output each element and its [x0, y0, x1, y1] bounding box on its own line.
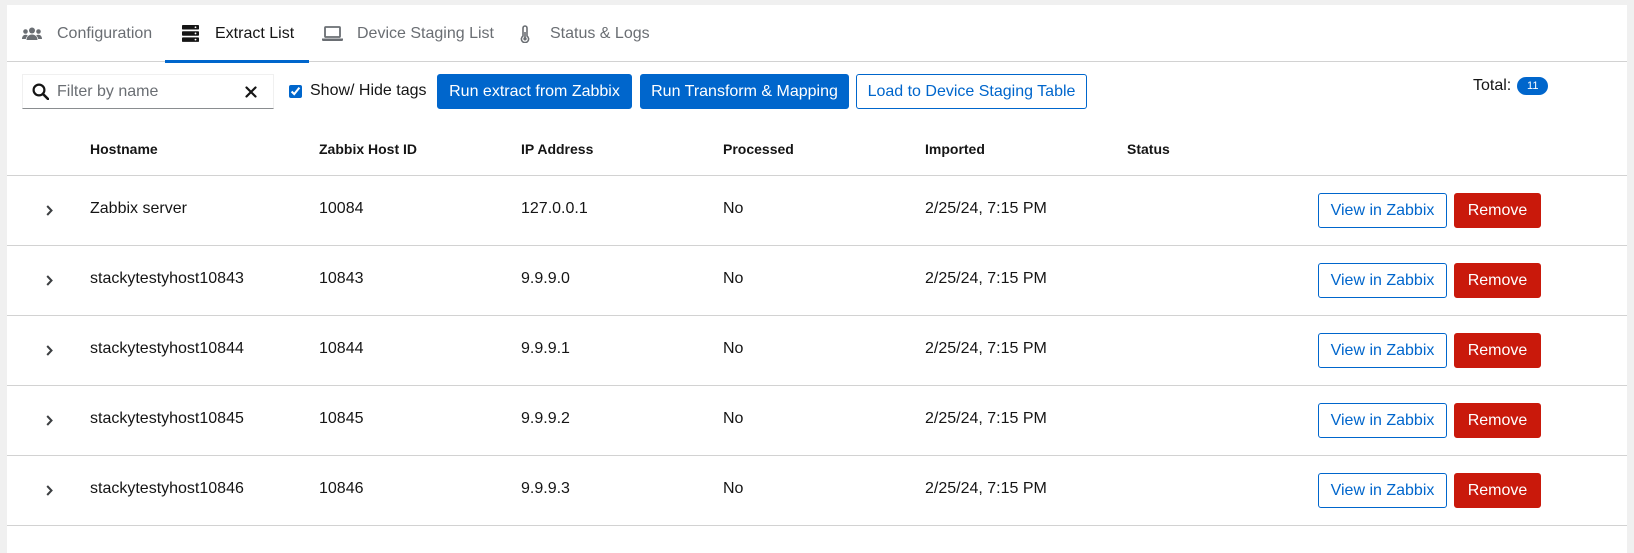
cell-ip: 127.0.0.1 [521, 200, 588, 217]
expand-row-toggle[interactable] [40, 270, 58, 290]
view-in-zabbix-button[interactable]: View in Zabbix [1318, 333, 1447, 368]
thermometer-icon [514, 24, 536, 43]
main-panel: Configuration Extract List Device Stagin… [7, 5, 1627, 553]
cell-imported: 2/25/24, 7:15 PM [925, 270, 1047, 287]
cell-host-id: 10844 [319, 340, 364, 357]
search-box [22, 74, 274, 109]
remove-button[interactable]: Remove [1454, 403, 1541, 438]
column-header-hostname[interactable]: Hostname [90, 141, 158, 157]
tab-device-staging-list[interactable]: Device Staging List [321, 5, 494, 62]
show-hide-tags-label: Show/ Hide tags [310, 82, 427, 99]
show-hide-tags: Show/ Hide tags [289, 82, 427, 100]
run-extract-button[interactable]: Run extract from Zabbix [437, 74, 632, 109]
cell-ip: 9.9.9.3 [521, 480, 570, 497]
cell-ip: 9.9.9.2 [521, 410, 570, 427]
run-transform-button[interactable]: Run Transform & Mapping [640, 74, 849, 109]
cell-hostname: stackytestyhost10845 [90, 410, 244, 427]
tab-label: Extract List [215, 24, 295, 42]
tab-extract-list[interactable]: Extract List [165, 5, 310, 63]
search-icon [23, 83, 57, 100]
total-count: Total: 11 [1473, 77, 1549, 95]
cell-ip: 9.9.9.1 [521, 340, 570, 357]
chevron-right-icon [45, 204, 53, 216]
search-input[interactable] [57, 82, 237, 101]
expand-row-toggle[interactable] [40, 410, 58, 430]
tab-status-logs[interactable]: Status & Logs [514, 5, 650, 62]
tab-configuration[interactable]: Configuration [21, 5, 152, 62]
cell-hostname: stackytestyhost10843 [90, 270, 244, 287]
remove-button[interactable]: Remove [1454, 263, 1541, 298]
users-icon [21, 25, 43, 43]
table-row: stackytestyhost10845 10845 9.9.9.2 No 2/… [7, 386, 1627, 456]
chevron-right-icon [45, 484, 53, 496]
cell-imported: 2/25/24, 7:15 PM [925, 340, 1047, 357]
expand-row-toggle[interactable] [40, 200, 58, 220]
cell-processed: No [723, 200, 744, 217]
cell-hostname: stackytestyhost10844 [90, 340, 244, 357]
table-row: Zabbix server 10084 127.0.0.1 No 2/25/24… [7, 176, 1627, 246]
chevron-right-icon [45, 344, 53, 356]
total-badge: 11 [1517, 77, 1549, 95]
table-header: Hostname Zabbix Host ID IP Address Proce… [7, 125, 1627, 176]
tab-bar: Configuration Extract List Device Stagin… [7, 5, 1627, 63]
table-row: stackytestyhost10846 10846 9.9.9.3 No 2/… [7, 456, 1627, 526]
cell-imported: 2/25/24, 7:15 PM [925, 410, 1047, 427]
toolbar: Show/ Hide tags Run extract from Zabbix … [7, 73, 1627, 113]
remove-button[interactable]: Remove [1454, 193, 1541, 228]
clear-icon[interactable] [241, 82, 261, 102]
cell-processed: No [723, 340, 744, 357]
column-header-processed[interactable]: Processed [723, 141, 794, 157]
tab-label: Configuration [57, 24, 153, 42]
chevron-right-icon [45, 274, 53, 286]
cell-host-id: 10845 [319, 410, 364, 427]
tab-label: Device Staging List [357, 24, 494, 42]
expand-row-toggle[interactable] [40, 340, 58, 360]
view-in-zabbix-button[interactable]: View in Zabbix [1318, 193, 1447, 228]
load-staging-button[interactable]: Load to Device Staging Table [856, 74, 1087, 109]
cell-host-id: 10846 [319, 480, 364, 497]
column-header-ip[interactable]: IP Address [521, 141, 593, 157]
server-icon [179, 25, 201, 43]
laptop-icon [321, 25, 343, 43]
cell-host-id: 10843 [319, 270, 364, 287]
cell-processed: No [723, 270, 744, 287]
column-header-status[interactable]: Status [1127, 141, 1170, 157]
table-row: stackytestyhost10844 10844 9.9.9.1 No 2/… [7, 316, 1627, 386]
cell-hostname: stackytestyhost10846 [90, 480, 244, 497]
cell-hostname: Zabbix server [90, 200, 187, 217]
cell-processed: No [723, 480, 744, 497]
expand-row-toggle[interactable] [40, 480, 58, 500]
cell-imported: 2/25/24, 7:15 PM [925, 200, 1047, 217]
tab-label: Status & Logs [550, 24, 650, 42]
chevron-right-icon [45, 414, 53, 426]
view-in-zabbix-button[interactable]: View in Zabbix [1318, 263, 1447, 298]
view-in-zabbix-button[interactable]: View in Zabbix [1318, 403, 1447, 438]
remove-button[interactable]: Remove [1454, 473, 1541, 508]
cell-imported: 2/25/24, 7:15 PM [925, 480, 1047, 497]
cell-processed: No [723, 410, 744, 427]
view-in-zabbix-button[interactable]: View in Zabbix [1318, 473, 1447, 508]
cell-ip: 9.9.9.0 [521, 270, 570, 287]
total-label: Total: [1473, 77, 1512, 94]
table-row: stackytestyhost10843 10843 9.9.9.0 No 2/… [7, 246, 1627, 316]
remove-button[interactable]: Remove [1454, 333, 1541, 368]
show-hide-tags-checkbox[interactable] [289, 84, 302, 98]
cell-host-id: 10084 [319, 200, 364, 217]
column-header-imported[interactable]: Imported [925, 141, 985, 157]
column-header-host-id[interactable]: Zabbix Host ID [319, 141, 417, 157]
